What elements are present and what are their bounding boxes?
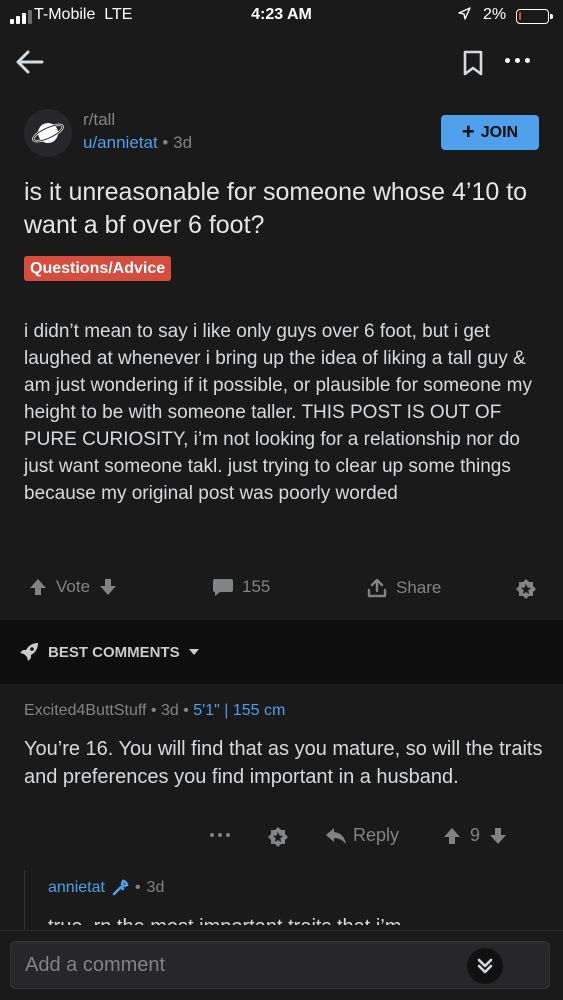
comment-body: You’re 16. You will find that as you mat… [24, 738, 543, 788]
post-title: is it unreasonable for someone whose 4’1… [24, 178, 528, 239]
post-author[interactable]: u/annietat [83, 133, 158, 152]
join-button[interactable]: + JOIN [441, 115, 539, 150]
comment-sort-dropdown[interactable]: BEST COMMENTS [0, 620, 563, 684]
separator-dot: • [162, 133, 174, 152]
battery-level-fill [519, 12, 521, 20]
share-button[interactable]: Share [366, 577, 441, 599]
battery-icon [516, 9, 553, 24]
comment: Excited4ButtStuff • 3d • 5'1" | 155 cm Y… [0, 685, 563, 871]
reply-author[interactable]: annietat [48, 879, 105, 897]
post-body: i didn’t mean to say i like only guys ov… [24, 321, 532, 504]
separator-dot: • [134, 879, 141, 896]
post-age: 3d [173, 133, 193, 152]
comment-bubble-icon [213, 579, 233, 596]
vote-control: Vote [28, 577, 118, 597]
comment-count: 155 [242, 577, 271, 596]
vote-label: Vote [56, 577, 91, 596]
sort-label: BEST COMMENTS [48, 643, 180, 661]
comment-meta: Excited4ButtStuff • 3d • 5'1" | 155 cm [24, 702, 285, 720]
post-author-line: u/annietat • 3d [83, 133, 192, 153]
downvote-icon[interactable] [98, 577, 118, 597]
post-flair[interactable]: Questions/Advice [24, 256, 172, 281]
bookmark-icon[interactable] [462, 49, 484, 77]
wrench-icon [112, 879, 129, 896]
comment-more-icon[interactable] [210, 833, 230, 837]
award-icon[interactable] [514, 577, 538, 601]
separator-dot: • [150, 702, 161, 719]
rocket-icon [20, 643, 38, 661]
reply-body: true, rn the most important traits that … [48, 913, 548, 925]
location-arrow-icon [458, 7, 471, 23]
battery-percent: 2% [483, 6, 507, 23]
post-action-bar: Vote 155 Share [0, 573, 563, 605]
reply-meta: annietat • 3d [48, 879, 164, 897]
comment-vote-control: 9 [442, 825, 508, 846]
reply-label: Reply [353, 825, 400, 845]
comment-user-flair: 5'1" | 155 cm [193, 702, 286, 719]
share-icon [367, 578, 387, 598]
subreddit-avatar[interactable] [24, 109, 72, 157]
add-comment-input[interactable]: Add a comment [10, 941, 550, 989]
join-label: JOIN [480, 123, 519, 141]
upvote-icon[interactable] [442, 826, 462, 846]
more-options-icon[interactable] [505, 58, 539, 68]
comment-composer-bar: Add a comment [0, 930, 563, 1000]
double-chevron-down-icon [477, 958, 493, 974]
composer-placeholder: Add a comment [25, 954, 166, 976]
share-label: Share [396, 578, 442, 597]
comment-score: 9 [470, 825, 481, 845]
caret-down-icon [188, 649, 199, 655]
downvote-icon[interactable] [488, 826, 508, 846]
comment-action-bar: Reply 9 [0, 822, 563, 852]
upvote-icon[interactable] [28, 577, 48, 597]
collapse-threads-button[interactable] [467, 948, 503, 984]
reply-age: 3d [146, 879, 165, 896]
reply-button[interactable]: Reply [325, 825, 399, 846]
subreddit-name[interactable]: r/tall [83, 110, 115, 130]
comments-button[interactable]: 155 [212, 577, 270, 597]
comment-author[interactable]: Excited4ButtStuff [24, 702, 146, 719]
back-arrow-icon[interactable] [14, 46, 46, 78]
separator-dot: • [183, 702, 194, 719]
comment-award-icon[interactable] [266, 825, 290, 854]
clock: 4:23 AM [251, 6, 312, 23]
status-bar: T-Mobile LTE 4:23 AM 2% [0, 0, 563, 32]
plus-icon: + [461, 118, 475, 144]
comment-age: 3d [160, 702, 179, 719]
planet-icon [32, 123, 64, 143]
reply-arrow-icon [326, 827, 346, 844]
